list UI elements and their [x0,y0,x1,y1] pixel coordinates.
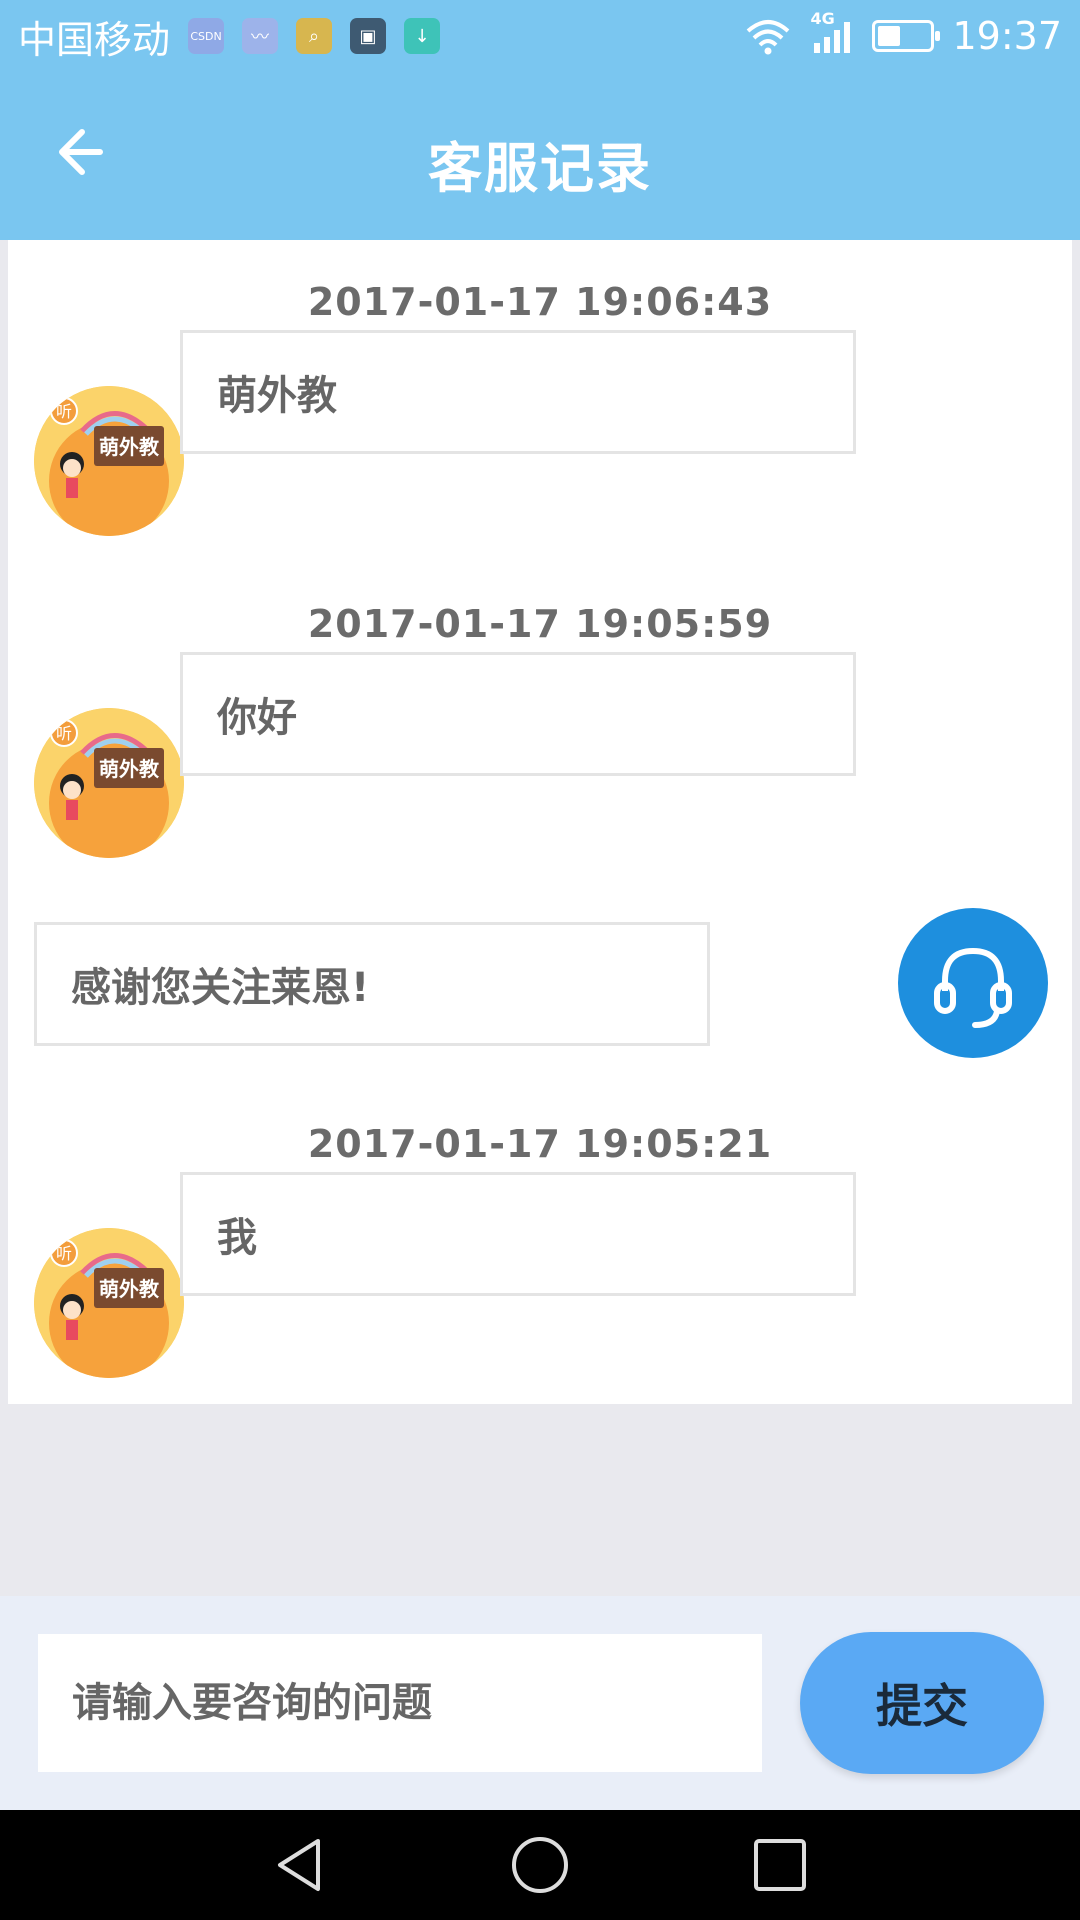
battery-icon [872,20,941,52]
svg-text:听: 听 [56,402,72,421]
clock: 19:37 [952,14,1062,58]
signal-indicator: 4G [810,9,854,55]
system-nav-bar [0,1810,1080,1920]
svg-text:听: 听 [56,724,72,743]
back-triangle-icon[interactable] [270,1835,330,1895]
cartoon-avatar-icon: 听 萌外教 [34,708,184,858]
message-timestamp: 2017-01-17 19:05:59 [307,602,773,646]
carrier-name: 中国移动 [18,17,171,62]
status-right: 4G 19:37 [744,9,1062,58]
status-bar: 中国移动 CSDN 〰 ⌕ ▣ ↓ 4G 19:37 [0,0,1080,72]
recent-apps-icon[interactable] [750,1835,810,1895]
user-message-bubble: 我 [180,1172,856,1296]
user-avatar: 听 萌外教 [34,386,184,536]
page-title: 客服记录 [428,137,652,200]
signal-icon [814,22,851,53]
user-avatar: 听 萌外教 [34,1228,184,1378]
cartoon-avatar-icon: 听 萌外教 [34,1228,184,1378]
svg-text:萌外教: 萌外教 [99,1277,160,1301]
app-header: 客服记录 [0,72,1080,240]
cartoon-avatar-icon: 听 萌外教 [34,386,184,536]
search-app-icon: ⌕ [296,18,333,54]
message-timestamp: 2017-01-17 19:06:43 [307,280,773,324]
chat-history: 2017-01-17 19:06:43 听 萌外教 萌外教 2017-01-17… [8,240,1072,1404]
submit-button[interactable]: 提交 [800,1632,1044,1774]
csdn-app-icon: CSDN [188,18,225,54]
home-circle-icon[interactable] [510,1835,570,1895]
svg-text:听: 听 [56,1244,72,1263]
svg-text:萌外教: 萌外教 [99,435,160,459]
question-input[interactable] [38,1634,762,1772]
gallery-app-icon: ▣ [350,18,387,54]
agent-message-bubble: 感谢您关注莱恩! [34,922,710,1046]
user-message-bubble: 萌外教 [180,330,856,454]
agent-avatar [898,908,1048,1058]
wifi-icon [747,20,790,55]
user-message-bubble: 你好 [180,652,856,776]
notification-icons: CSDN 〰 ⌕ ▣ ↓ [188,18,441,54]
download-app-icon: ↓ [404,18,441,54]
svg-text:萌外教: 萌外教 [99,757,160,781]
user-avatar: 听 萌外教 [34,708,184,858]
headset-icon [934,947,1012,1028]
health-app-icon: 〰 [242,18,279,54]
message-timestamp: 2017-01-17 19:05:21 [307,1122,773,1166]
input-bar: 提交 [0,1596,1080,1810]
